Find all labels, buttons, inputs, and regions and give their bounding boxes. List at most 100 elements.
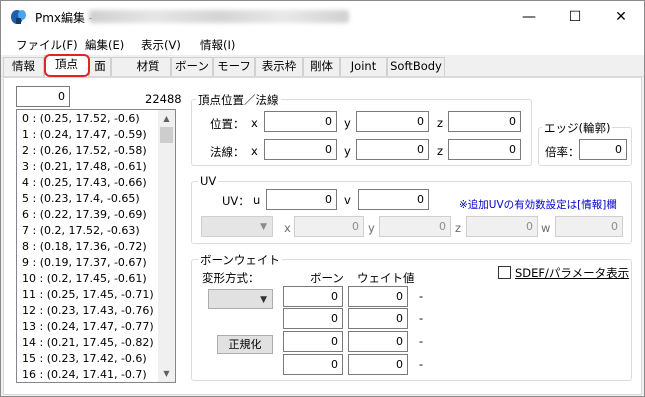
tab-display-frame-label: 表示枠	[261, 59, 297, 73]
minimize-button[interactable]: —	[506, 1, 552, 33]
position-label: 位置：	[210, 117, 245, 131]
close-button[interactable]: ✕	[598, 1, 644, 33]
window-title: Pmx編集 -	[35, 11, 94, 25]
add-uv-z-input: 0	[466, 216, 538, 237]
bone-1-input[interactable]: 0	[283, 286, 343, 307]
add-uv-x-label: x	[284, 221, 291, 235]
menu-bar: ファイル(F) 編集(E) 表示(V) 情報(I)	[1, 33, 644, 55]
tab-bone-label: ボーン	[175, 59, 209, 73]
list-item[interactable]: 10 : (0.2, 17.45, -0.61)	[22, 272, 147, 289]
vertex-list[interactable]: 0 : (0.25, 17.52, -0.6) 1 : (0.24, 17.47…	[16, 109, 176, 383]
list-item[interactable]: 8 : (0.18, 17.36, -0.72)	[22, 240, 147, 257]
uv-u-input[interactable]: 0	[266, 189, 337, 210]
scroll-down-icon[interactable]: ▼	[158, 365, 175, 382]
tab-display-frame[interactable]: 表示枠	[255, 57, 303, 76]
tab-rigid-body[interactable]: 剛体	[303, 57, 340, 76]
menu-view[interactable]: 表示(V)	[141, 37, 181, 53]
bone-4-input[interactable]: 0	[283, 354, 343, 375]
tab-morph[interactable]: モーフ	[213, 57, 255, 76]
list-item[interactable]: 0 : (0.25, 17.52, -0.6)	[22, 112, 140, 129]
edge-ratio-label: 倍率：	[545, 145, 580, 159]
normal-x-label: x	[251, 144, 258, 158]
position-z-label: z	[437, 116, 444, 130]
list-item[interactable]: 11 : (0.25, 17.45, -0.71)	[22, 288, 154, 305]
edge-ratio-input[interactable]: 0	[579, 139, 627, 160]
uv-u-label: u	[253, 193, 261, 207]
menu-file[interactable]: ファイル(F)	[16, 37, 78, 53]
position-x-input[interactable]: 0	[264, 111, 337, 132]
tab-rigid-body-label: 剛体	[310, 59, 333, 73]
list-item[interactable]: 13 : (0.24, 17.47, -0.77)	[22, 320, 154, 337]
scroll-up-icon[interactable]: ▲	[158, 110, 175, 127]
menu-info[interactable]: 情報(I)	[200, 37, 235, 53]
list-item[interactable]: 4 : (0.25, 17.43, -0.66)	[22, 176, 147, 193]
list-item[interactable]: 14 : (0.21, 17.45, -0.82)	[22, 336, 154, 353]
pmx-app-icon	[11, 10, 26, 24]
edge-group-title: エッジ(輪郭)	[542, 120, 613, 136]
tab-info[interactable]: 情報	[3, 57, 44, 76]
list-item[interactable]: 16 : (0.24, 17.41, -0.7)	[22, 368, 147, 385]
list-item[interactable]: 15 : (0.23, 17.42, -0.6)	[22, 352, 147, 369]
position-y-label: y	[344, 116, 351, 130]
normal-y-input[interactable]: 0	[356, 139, 429, 160]
add-uv-x-input: 0	[294, 216, 364, 237]
add-uv-w-label: w	[541, 221, 551, 235]
weight-2-input[interactable]: 0	[348, 308, 408, 329]
bone-2-input[interactable]: 0	[283, 308, 343, 329]
tab-vertex-label: 頂点	[55, 57, 78, 71]
tab-vertex[interactable]: 頂点	[44, 55, 89, 77]
additional-uv-note: ※追加UVの有効数設定は[情報]欄	[459, 199, 617, 211]
bone-3-input[interactable]: 0	[283, 331, 343, 352]
close-icon: ✕	[615, 9, 627, 25]
list-item[interactable]: 7 : (0.2, 17.52, -0.63)	[22, 224, 140, 241]
list-item[interactable]: 5 : (0.23, 17.4, -0.65)	[22, 192, 140, 209]
normal-y-label: y	[344, 144, 351, 158]
tab-info-label: 情報	[12, 59, 35, 73]
chevron-down-icon: ▼	[260, 295, 267, 305]
bone-1-name: -	[419, 289, 424, 303]
tab-joint[interactable]: Joint	[340, 57, 387, 76]
normal-label: 法線：	[210, 145, 245, 159]
weight-3-input[interactable]: 0	[348, 331, 408, 352]
normal-z-input[interactable]: 0	[448, 139, 521, 160]
list-item[interactable]: 3 : (0.21, 17.48, -0.61)	[22, 160, 147, 177]
tab-bone[interactable]: ボーン	[171, 57, 213, 76]
weight-4-input[interactable]: 0	[348, 354, 408, 375]
menu-edit[interactable]: 編集(E)	[85, 37, 124, 53]
add-uv-y-input: 0	[379, 216, 451, 237]
add-uv-w-input: 0	[555, 216, 623, 237]
deform-type-select[interactable]: ▼	[208, 289, 273, 309]
vertex-index-input[interactable]: 0	[16, 86, 70, 107]
normal-z-label: z	[437, 144, 444, 158]
list-item[interactable]: 9 : (0.19, 17.37, -0.67)	[22, 256, 147, 273]
tab-morph-label: モーフ	[217, 59, 251, 73]
vertex-list-scrollbar[interactable]: ▲ ▼	[158, 110, 175, 382]
bone-weight-group-title: ボーンウェイト	[198, 252, 282, 268]
normal-x-input[interactable]: 0	[264, 139, 337, 160]
uv-v-input[interactable]: 0	[358, 189, 429, 210]
tab-joint-label: Joint	[350, 59, 377, 73]
tab-face[interactable]: 面	[89, 57, 111, 76]
weight-column-header: ウェイト値	[357, 271, 415, 285]
list-item[interactable]: 2 : (0.26, 17.52, -0.58)	[22, 144, 147, 161]
bone-2-name: -	[419, 311, 424, 325]
list-item[interactable]: 12 : (0.23, 17.43, -0.76)	[22, 304, 154, 321]
list-item[interactable]: 6 : (0.22, 17.39, -0.69)	[22, 208, 147, 225]
additional-uv-select: ▼	[201, 216, 273, 237]
list-item[interactable]: 1 : (0.24, 17.47, -0.59)	[22, 128, 147, 145]
position-y-input[interactable]: 0	[356, 111, 429, 132]
scroll-thumb[interactable]	[160, 127, 173, 143]
bone-4-name: -	[419, 357, 424, 371]
chevron-down-icon: ▼	[260, 222, 267, 232]
title-bar[interactable]: Pmx編集 - — ☐ ✕	[1, 1, 644, 33]
tab-softbody[interactable]: SoftBody	[387, 57, 445, 76]
tab-material[interactable]: 材質	[111, 57, 171, 76]
maximize-button[interactable]: ☐	[552, 1, 598, 33]
add-uv-y-label: y	[368, 221, 375, 235]
normalize-button[interactable]: 正規化	[217, 335, 273, 354]
blurred-file-path	[89, 10, 349, 23]
position-z-input[interactable]: 0	[448, 111, 521, 132]
sdef-label[interactable]: SDEF/パラメータ表示	[515, 265, 629, 281]
sdef-checkbox[interactable]	[498, 266, 511, 279]
weight-1-input[interactable]: 0	[348, 286, 408, 307]
